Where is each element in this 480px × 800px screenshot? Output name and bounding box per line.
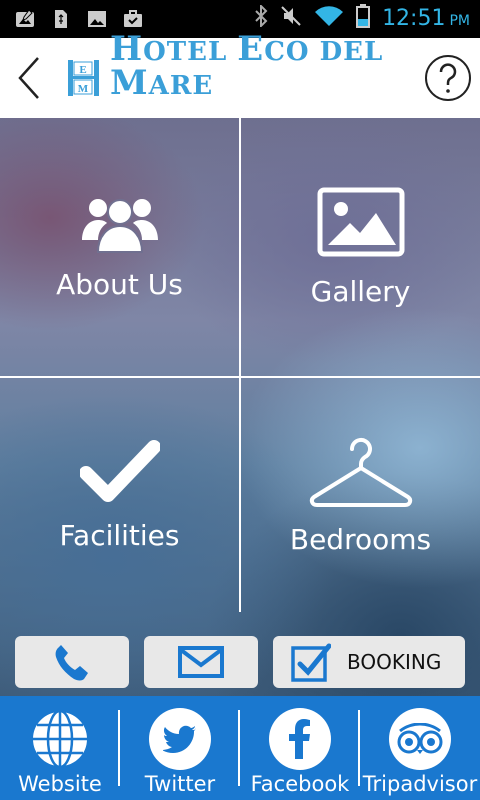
photo-edit-icon [14,8,36,30]
logo-word-are: ARE [148,71,214,101]
logo-monogram: E M [64,56,108,100]
globe-icon [31,709,89,769]
clock-time: 12:51 [382,5,446,31]
facebook-icon [289,719,310,759]
nav-website[interactable]: Website [0,696,120,800]
clock-ampm: PM [449,12,470,29]
nav-label-facebook: Facebook [250,772,350,796]
phone-icon [55,645,88,681]
tile-label-bedrooms: Bedrooms [289,522,432,556]
website-icon-wrap [29,708,91,770]
checkmark-icon [79,439,160,502]
nav-label-website: Website [18,772,102,796]
booking-label: BOOKING [347,650,442,674]
menu-grid: About Us Gallery Facilities Bedrooms [0,118,480,696]
grid-divider-vertical [239,118,241,612]
vibrate-off-icon [280,5,302,31]
tile-label-gallery: Gallery [310,274,411,308]
tripadvisor-icon [397,723,443,754]
tile-label-about-us: About Us [56,267,183,301]
twitter-icon [163,725,196,753]
nav-twitter[interactable]: Twitter [120,696,240,800]
tripadvisor-icon-wrap [389,708,451,770]
svg-text:E: E [79,64,86,76]
action-buttons: BOOKING [0,636,480,688]
usb-file-icon [50,8,72,30]
app-header: E M HOTEL ECO DEL MARE [0,32,480,118]
notification-icons [14,8,144,30]
clock: 12:51 PM [382,6,470,31]
nav-label-tripadvisor: Tripadvisor [362,772,478,796]
logo-cap-e: E [237,29,265,69]
tile-about-us[interactable]: About Us [0,118,239,376]
image-icon [317,187,404,256]
tile-bedrooms[interactable]: Bedrooms [241,378,480,612]
system-icons: 12:51 PM [254,3,470,32]
twitter-icon-wrap [149,708,211,770]
booking-button[interactable]: BOOKING [273,636,465,688]
tile-gallery[interactable]: Gallery [241,118,480,376]
back-button[interactable] [16,56,44,100]
chevron-left-icon [18,57,39,99]
battery-icon [356,4,371,32]
grid-divider-horizontal [0,376,480,378]
logo-cap-m: M [110,63,149,103]
svg-text:M: M [78,83,89,95]
image-icon [86,8,108,30]
logo-word-co-del: CO DEL [264,37,384,67]
call-button[interactable] [15,636,129,688]
nav-tripadvisor[interactable]: Tripadvisor [360,696,480,800]
checkbox-icon [291,643,331,682]
email-button[interactable] [144,636,258,688]
envelope-icon [178,646,224,678]
bottom-social-bar: Website Twitter Facebook Tripadvisor [0,696,480,800]
logo-word-otel: OTEL [143,37,228,67]
hanger-icon [309,437,412,507]
users-icon [81,198,158,253]
facebook-icon-wrap [269,708,331,770]
wifi-icon [314,5,344,31]
bluetooth-icon [254,3,268,31]
nav-facebook[interactable]: Facebook [240,696,360,800]
hotel-logo: E M HOTEL ECO DEL MARE [64,32,480,103]
nav-label-twitter: Twitter [144,772,216,796]
help-button[interactable] [424,54,472,102]
briefcase-check-icon [122,8,144,30]
tile-label-facilities: Facilities [59,518,180,552]
tile-facilities[interactable]: Facilities [0,378,239,612]
question-circle-icon [425,55,471,101]
